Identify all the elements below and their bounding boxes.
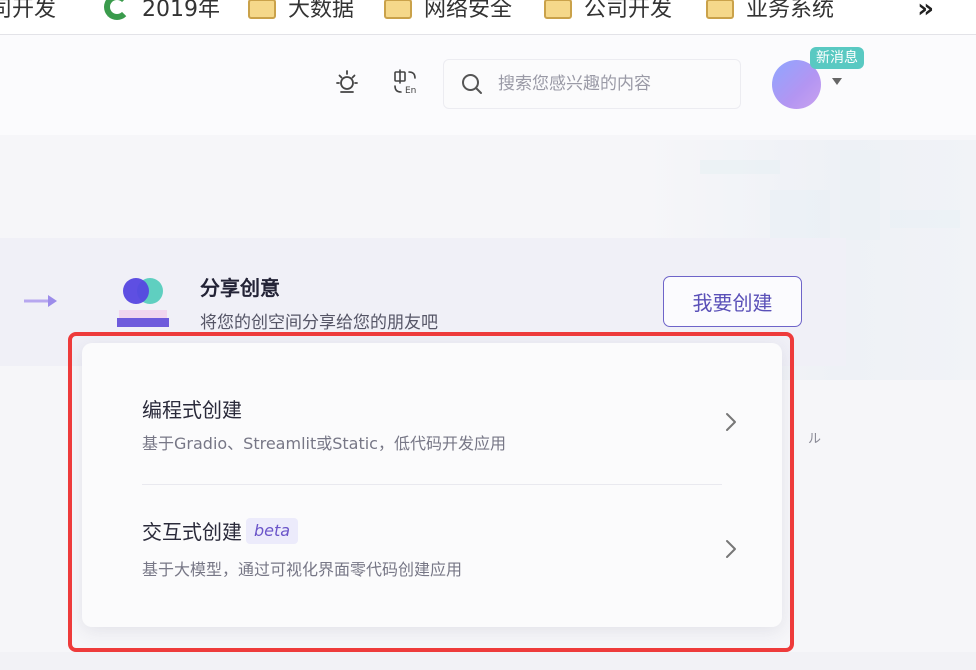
bookmark-folder[interactable]: 网络安全: [384, 0, 512, 22]
bookmark-label: 网络安全: [424, 0, 513, 22]
bookmark-label: 2019年: [142, 0, 220, 22]
search-box[interactable]: [443, 59, 741, 109]
folder-icon: [248, 0, 276, 19]
bookmark-label: 大数据: [288, 0, 355, 22]
bookmark-item[interactable]: 2019年: [104, 0, 220, 22]
page-footer-strip: [0, 652, 976, 670]
beta-tag: beta: [246, 517, 299, 544]
chevron-right-icon: [726, 540, 736, 558]
bookmark-folder[interactable]: 大数据: [248, 0, 354, 22]
chevron-down-icon[interactable]: [832, 78, 842, 85]
chevron-right-icon: [726, 413, 736, 431]
bookmark-label: 业务系统: [746, 0, 835, 22]
option-title: 编程式创建: [142, 394, 242, 423]
option-title-text: 交互式创建: [142, 520, 242, 544]
arrow-right-icon: [24, 295, 57, 307]
bookmark-folder[interactable]: 公司开发: [544, 0, 672, 22]
create-button[interactable]: 我要创建: [663, 276, 802, 327]
notification-badge[interactable]: 新消息: [810, 47, 864, 69]
bookmarks-overflow-button[interactable]: »: [917, 0, 934, 24]
option-programmatic-create[interactable]: 编程式创建 基于Gradio、Streamlit或Static，低代码开发应用: [82, 364, 782, 484]
folder-icon: [544, 0, 572, 19]
side-text: ル: [808, 432, 822, 447]
option-description: 基于大模型，通过可视化界面零代码创建应用: [142, 560, 463, 579]
search-icon: [462, 74, 482, 94]
search-input[interactable]: [496, 73, 730, 95]
bookmark-item[interactable]: 司开发: [0, 0, 56, 22]
folder-icon: [706, 0, 734, 19]
option-divider: [142, 484, 722, 485]
share-title: 分享创意: [200, 276, 280, 300]
sun-icon[interactable]: [333, 68, 361, 96]
option-title-text: 编程式创建: [142, 398, 242, 422]
bookmark-folder[interactable]: 业务系统: [706, 0, 834, 22]
bookmark-site-icon: [104, 0, 130, 20]
svg-text:En: En: [405, 86, 416, 96]
bookmark-label: 司开发: [0, 0, 57, 22]
share-subtitle: 将您的创空间分享给您的朋友吧: [200, 313, 438, 333]
option-description: 基于Gradio、Streamlit或Static，低代码开发应用: [142, 434, 506, 453]
folder-icon: [384, 0, 412, 19]
option-title: 交互式创建 beta: [142, 516, 299, 545]
share-logo-icon: [117, 278, 169, 327]
option-interactive-create[interactable]: 交互式创建 beta 基于大模型，通过可视化界面零代码创建应用: [82, 492, 782, 612]
language-switch-icon[interactable]: En: [391, 68, 419, 96]
bookmarks-bar: 司开发 2019年 大数据 网络安全 公司开发 业务系统 »: [0, 0, 976, 35]
bookmark-label: 公司开发: [584, 0, 673, 22]
